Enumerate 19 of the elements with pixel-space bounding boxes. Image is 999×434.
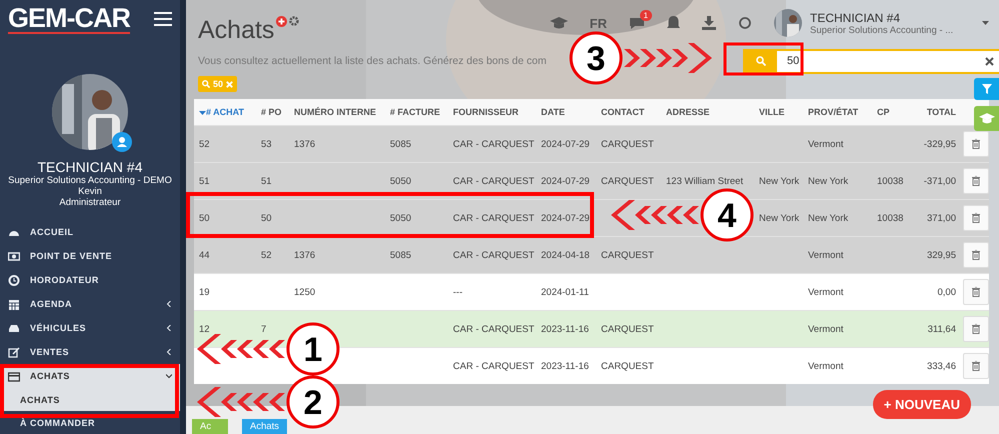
company-name: Superior Solutions Accounting - DEMO	[8, 175, 172, 186]
menu-item[interactable]: POINT DE VENTE	[0, 244, 180, 268]
money-icon	[8, 250, 20, 262]
menu-item[interactable]: HORODATEUR	[0, 268, 180, 292]
clock-icon	[8, 274, 20, 286]
submenu-item[interactable]: À COMMANDER	[0, 411, 180, 434]
user-name: TECHNICIAN #4	[37, 159, 143, 175]
edit-icon	[8, 346, 20, 358]
user-icon	[112, 132, 132, 152]
menu-icon[interactable]	[154, 12, 172, 26]
menu-item[interactable]: VENTES	[0, 340, 180, 364]
person-name: Kevin	[78, 186, 102, 197]
menu-item[interactable]: VÉHICULES	[0, 316, 180, 340]
user-role: Administrateur	[59, 197, 121, 208]
logo: GEM-CAR	[8, 4, 130, 34]
menu-item[interactable]: ACCUEIL	[0, 220, 180, 244]
calendar-icon	[8, 298, 20, 310]
card-icon	[8, 370, 20, 382]
menu-item[interactable]: AGENDA	[0, 292, 180, 316]
